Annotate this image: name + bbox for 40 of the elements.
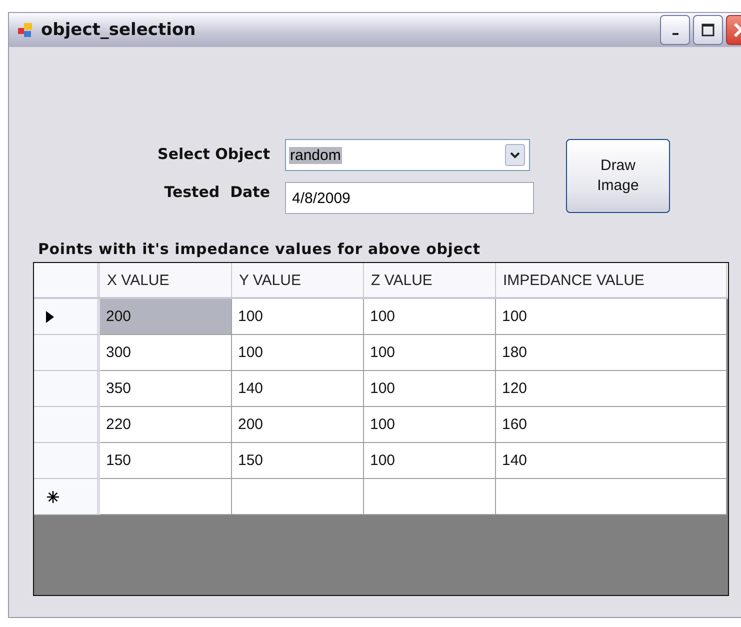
table-cell: 100	[364, 443, 496, 479]
table-cell: 300	[100, 335, 232, 371]
select-object-label: Select Object	[158, 145, 270, 163]
draw-image-button[interactable]: Draw Image	[566, 139, 670, 213]
column-header[interactable]: Z VALUE	[364, 263, 496, 297]
table-cell: 180	[496, 335, 727, 371]
table-cell: 100	[496, 299, 727, 335]
column-header[interactable]: IMPEDANCE VALUE	[496, 263, 727, 297]
table-cell: 100	[364, 407, 496, 443]
column-header[interactable]: Y VALUE	[232, 263, 364, 297]
dropdown-caret-icon[interactable]	[505, 144, 525, 166]
row-header[interactable]	[34, 299, 100, 335]
date-field[interactable]: 4/8/2009	[285, 182, 534, 214]
table-cell: 150	[100, 443, 232, 479]
app-icon	[17, 22, 33, 38]
table-cell: 100	[232, 335, 364, 371]
table-cell: 150	[232, 443, 364, 479]
grid-caption: Points with it's impedance values for above object	[38, 240, 482, 258]
table-cell: 120	[496, 371, 727, 407]
table-cell: 220	[100, 407, 232, 443]
new-row-icon	[46, 490, 60, 504]
table-cell: 140	[496, 443, 727, 479]
column-header[interactable]: X VALUE	[100, 263, 232, 297]
table-cell: 100	[364, 299, 496, 335]
minimize-button[interactable]	[660, 15, 690, 45]
table-cell: 100	[232, 299, 364, 335]
minimize-icon	[672, 33, 678, 35]
current-row-icon	[46, 310, 54, 322]
table-cell: 160	[496, 407, 727, 443]
maximize-icon	[701, 23, 715, 37]
table-cell: 200	[232, 407, 364, 443]
table-cell: 140	[232, 371, 364, 407]
table-cell: 100	[364, 335, 496, 371]
tested-date-label: Tested Date	[164, 183, 270, 201]
maximize-button[interactable]	[693, 15, 723, 45]
object-dropdown[interactable]: random	[285, 139, 530, 171]
table-cell: 200	[100, 299, 232, 335]
table-cell: 100	[364, 371, 496, 407]
window-title: object_selection	[41, 20, 196, 40]
table-cell: 350	[100, 371, 232, 407]
